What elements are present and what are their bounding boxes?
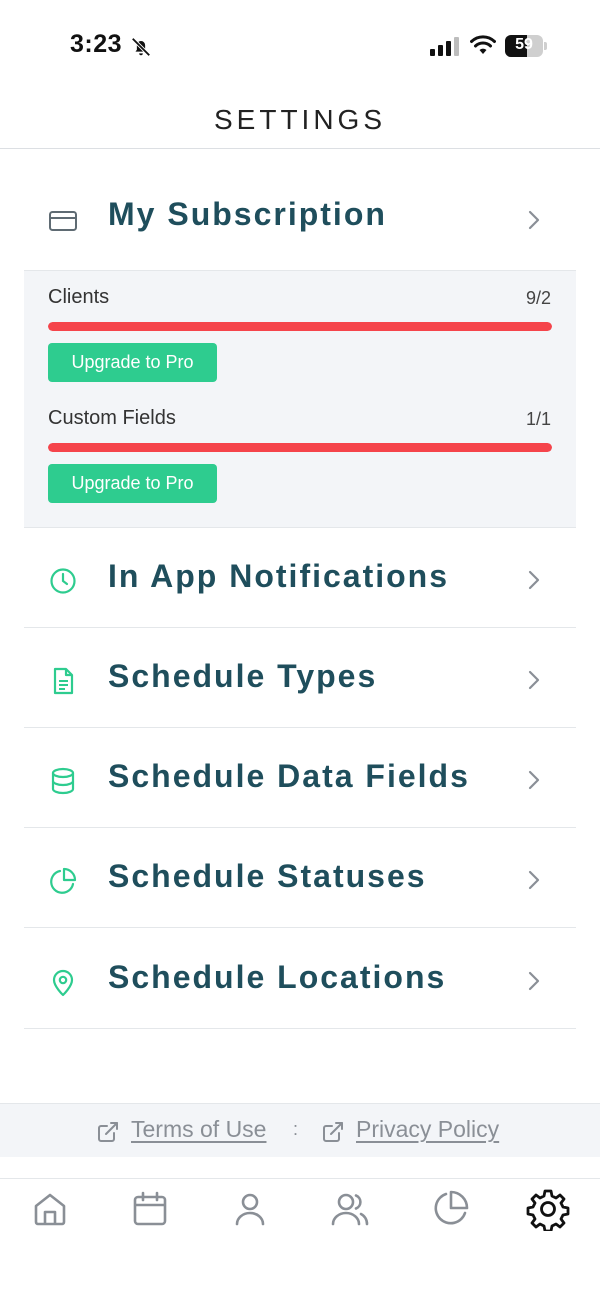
usage-value-clients: 9/2 xyxy=(525,288,551,308)
my-subscription-row[interactable]: My Subscription xyxy=(24,168,576,268)
schedule-data-fields-row[interactable]: Schedule Data Fields xyxy=(24,728,576,828)
usage-label-clients: Clients xyxy=(48,286,110,308)
pie-chart-icon xyxy=(50,867,77,894)
chevron-right-icon xyxy=(528,210,540,230)
schedule-locations-row[interactable]: Schedule Locations xyxy=(24,929,576,1029)
menu-item-label: Schedule Data Fields xyxy=(108,758,470,794)
tab-bar xyxy=(0,1178,600,1299)
cellular-signal-icon xyxy=(430,37,459,56)
credit-card-icon xyxy=(49,211,77,231)
home-icon[interactable] xyxy=(28,1187,72,1231)
status-bar: 3:23 59 xyxy=(0,0,600,90)
usage-bar-custom-fields xyxy=(48,443,552,452)
bell-off-icon xyxy=(131,37,151,57)
usage-fill-clients xyxy=(48,322,552,331)
my-subscription-label: My Subscription xyxy=(108,196,387,232)
pie-chart-icon[interactable] xyxy=(428,1187,472,1231)
wifi-icon xyxy=(470,35,496,54)
chevron-right-icon xyxy=(528,670,540,690)
clock-icon xyxy=(50,568,76,594)
external-link-icon xyxy=(323,1122,343,1142)
usage-value-custom-fields: 1/1 xyxy=(525,409,551,429)
chevron-right-icon xyxy=(528,971,540,991)
document-icon xyxy=(53,667,74,695)
chevron-right-icon xyxy=(528,570,540,590)
privacy-policy-link[interactable]: Privacy Policy xyxy=(356,1116,499,1143)
menu-item-label: Schedule Locations xyxy=(108,959,447,995)
usage-fill-custom-fields xyxy=(48,443,552,452)
upgrade-to-pro-button[interactable]: Upgrade to Pro xyxy=(48,464,217,503)
menu-item-label: Schedule Statuses xyxy=(108,858,427,894)
menu-item-label: Schedule Types xyxy=(108,658,378,694)
battery-level: 59 xyxy=(515,36,533,53)
database-icon xyxy=(51,767,75,795)
upgrade-to-pro-button[interactable]: Upgrade to Pro xyxy=(48,343,217,382)
calendar-icon[interactable] xyxy=(128,1187,172,1231)
chevron-right-icon xyxy=(528,770,540,790)
terms-of-use-link[interactable]: Terms of Use xyxy=(131,1116,266,1143)
footer-links: Terms of Use : Privacy Policy xyxy=(0,1103,600,1157)
subscription-usage-panel: Clients 9/2 Upgrade to Pro Custom Fields… xyxy=(24,270,576,528)
in-app-notifications-row[interactable]: In App Notifications xyxy=(24,528,576,628)
users-icon[interactable] xyxy=(328,1187,372,1231)
usage-bar-clients xyxy=(48,322,552,331)
menu-item-label: In App Notifications xyxy=(108,558,450,594)
usage-label-custom-fields: Custom Fields xyxy=(48,407,176,429)
link-separator: : xyxy=(293,1119,299,1139)
schedule-types-row[interactable]: Schedule Types xyxy=(24,628,576,728)
chevron-right-icon xyxy=(528,870,540,890)
user-icon[interactable] xyxy=(228,1187,272,1231)
external-link-icon xyxy=(98,1122,118,1142)
gear-icon[interactable] xyxy=(526,1187,570,1231)
map-pin-icon xyxy=(52,969,74,997)
page-title: SETTINGS xyxy=(213,104,386,135)
battery-indicator: 59 xyxy=(505,35,547,57)
page-header: SETTINGS xyxy=(0,92,600,149)
status-time: 3:23 xyxy=(70,30,123,58)
schedule-statuses-row[interactable]: Schedule Statuses xyxy=(24,828,576,928)
